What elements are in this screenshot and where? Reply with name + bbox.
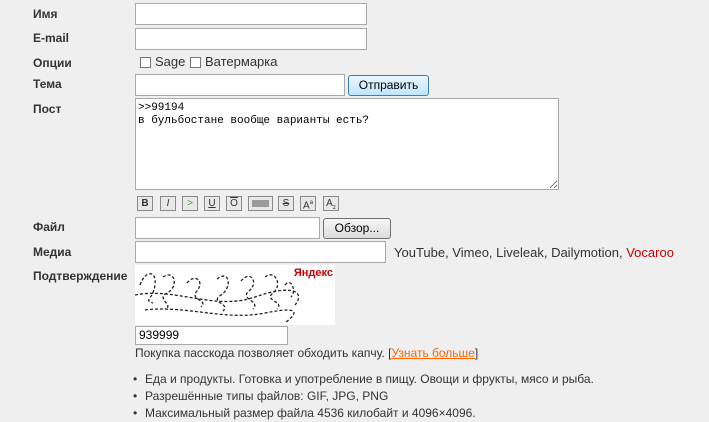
passcode-note: Покупка пасскода позволяет обходить капч… <box>135 346 478 360</box>
captcha-image: Яндекс <box>134 265 335 325</box>
browse-button[interactable]: Обзор... <box>323 218 391 239</box>
italic-button[interactable]: I <box>160 196 176 211</box>
strike-button[interactable]: S <box>278 196 294 211</box>
watermark-label: Ватермарка <box>205 54 278 69</box>
sage-label: Sage <box>155 54 186 69</box>
superscript-button[interactable]: Aa <box>300 196 316 211</box>
file-input[interactable] <box>135 217 320 239</box>
media-hint-services: YouTube, Vimeo, Liveleak, Dailymotion, <box>394 245 623 260</box>
list-item: Еда и продукты. Готовка и употребление в… <box>133 371 594 388</box>
media-hint-vocaroo: Vocaroo <box>626 245 674 260</box>
bold-button[interactable]: B <box>137 196 153 211</box>
media-hint: YouTube, Vimeo, Liveleak, Dailymotion, V… <box>394 245 674 260</box>
rules-list: Еда и продукты. Готовка и употребление в… <box>131 371 594 422</box>
quote-button[interactable]: > <box>182 196 198 211</box>
subscript-icon: z <box>332 205 336 211</box>
submit-button[interactable]: Отправить <box>348 75 429 96</box>
sage-checkbox[interactable] <box>140 57 151 68</box>
spoiler-button[interactable] <box>248 196 273 211</box>
underline-button[interactable]: U <box>204 196 220 211</box>
list-item: Разрешённые типы файлов: GIF, JPG, PNG <box>133 388 594 405</box>
confirm-label: Подтверждение <box>33 269 128 283</box>
name-label: Имя <box>33 7 58 21</box>
file-label: Файл <box>33 220 65 234</box>
email-input[interactable] <box>135 28 367 50</box>
passcode-text: Покупка пасскода позволяет обходить капч… <box>135 346 385 360</box>
spoiler-icon <box>252 199 269 207</box>
watermark-checkbox[interactable] <box>190 57 201 68</box>
name-input[interactable] <box>135 3 367 25</box>
passcode-bracket-close: ] <box>474 346 479 360</box>
learn-more-link[interactable]: Узнать больше <box>391 346 474 360</box>
media-input[interactable] <box>135 241 386 263</box>
captcha-input[interactable]: 939999 <box>135 326 288 345</box>
email-label: E-mail <box>33 31 70 45</box>
post-label: Пост <box>33 102 62 116</box>
media-label: Медиа <box>33 245 72 259</box>
subscript-letter: A <box>326 198 333 209</box>
subject-input[interactable] <box>135 74 345 96</box>
subscript-button[interactable]: Az <box>323 196 339 211</box>
overline-button[interactable]: O <box>226 196 242 211</box>
superscript-letter: A <box>302 200 310 212</box>
subject-label: Тема <box>33 77 62 91</box>
post-textarea[interactable]: >>99194 в бульбостане вообще варианты ес… <box>135 98 559 190</box>
superscript-icon: a <box>309 200 313 206</box>
options-label: Опции <box>33 56 72 70</box>
captcha-brand: Яндекс <box>293 267 333 279</box>
list-item: Максимальный размер файла 4536 килобайт … <box>133 405 594 422</box>
